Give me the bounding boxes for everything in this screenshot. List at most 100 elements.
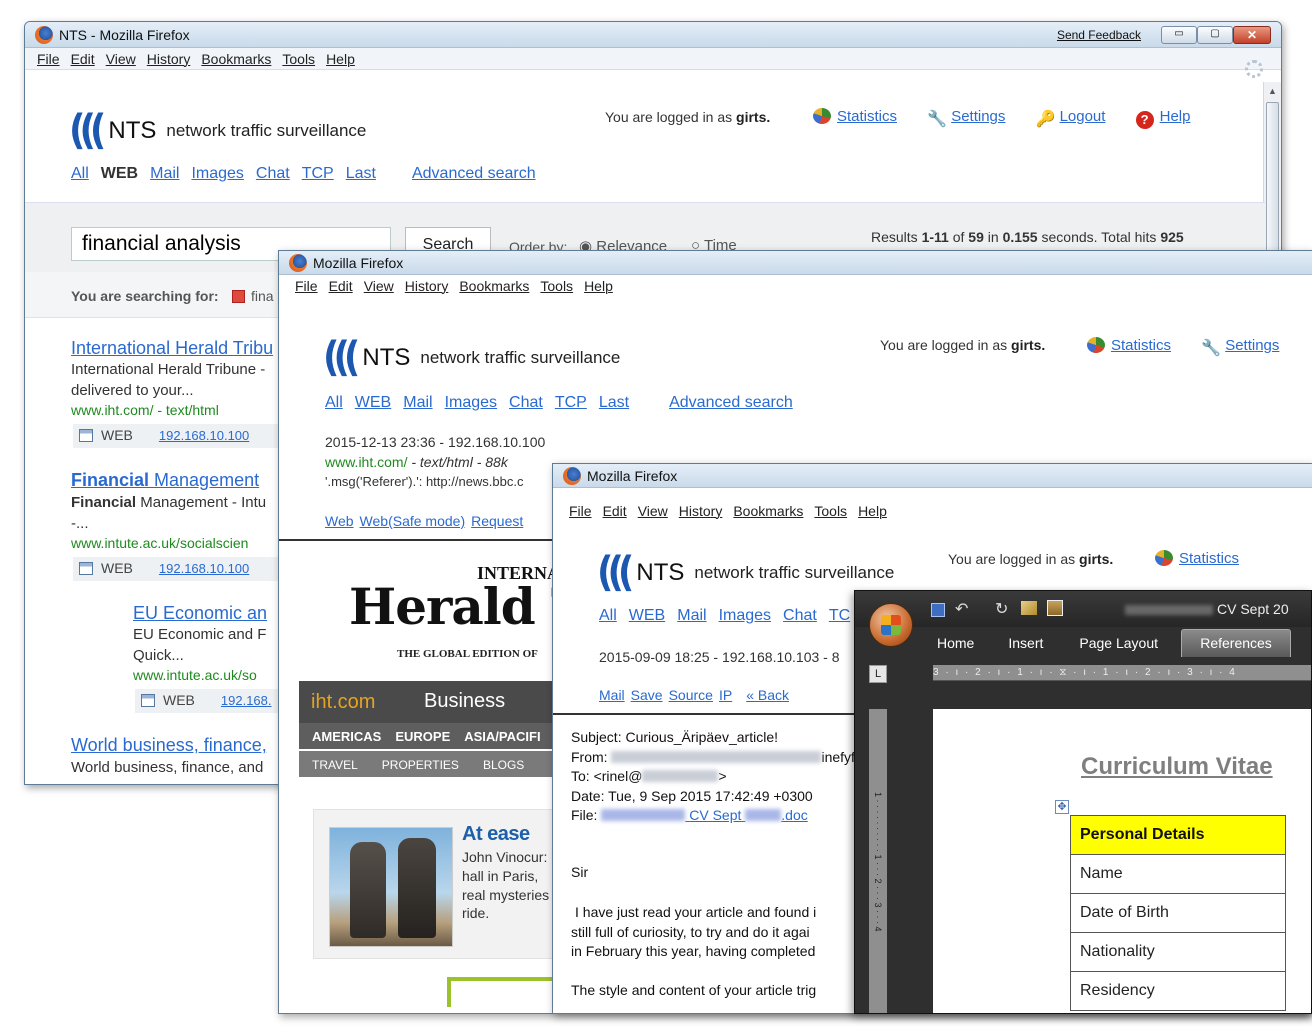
menu-view[interactable]: View [106, 51, 136, 67]
nav-all[interactable]: All [599, 607, 617, 624]
nav-mail[interactable]: Mail [403, 394, 432, 411]
table-row-dob[interactable]: Date of Birth [1070, 894, 1286, 933]
iht-nav-europe[interactable]: EUROPE [395, 729, 450, 744]
scroll-up-arrow-icon[interactable]: ▲ [1264, 82, 1281, 100]
action-mail[interactable]: Mail [599, 687, 625, 703]
nav-mail[interactable]: Mail [150, 165, 179, 182]
menu-file[interactable]: File [37, 51, 60, 67]
advanced-search-link[interactable]: Advanced search [669, 394, 793, 411]
nav-last[interactable]: Last [346, 165, 376, 182]
menu-help[interactable]: Help [584, 278, 613, 294]
nav-tcp[interactable]: TCP [555, 394, 587, 411]
minimize-button[interactable]: ▭ [1161, 26, 1197, 44]
action-source[interactable]: Source [669, 687, 713, 703]
result-title-1[interactable]: International Herald Tribu [71, 338, 273, 359]
menu-edit[interactable]: Edit [603, 503, 627, 519]
horizontal-ruler[interactable]: 3 · ı · 2 · ı · 1 · ı · ⧖ · ı · 1 · ı · … [933, 665, 1311, 681]
tab-page-layout[interactable]: Page Layout [1079, 635, 1158, 651]
nav-images[interactable]: Images [191, 165, 243, 182]
nav-web[interactable]: WEB [355, 394, 391, 411]
menu-tools[interactable]: Tools [540, 278, 573, 294]
advanced-search-link[interactable]: Advanced search [412, 165, 536, 182]
action-back[interactable]: « Back [746, 687, 789, 703]
maximize-button[interactable]: ▢ [1197, 26, 1233, 44]
logout-link[interactable]: Logout [1060, 108, 1106, 125]
iht-nav-travel[interactable]: TRAVEL [312, 758, 358, 772]
titlebar[interactable]: NTS - Mozilla Firefox Send Feedback ▭ ▢ … [25, 22, 1281, 48]
nav-web[interactable]: WEB [629, 607, 665, 624]
titlebar[interactable]: Mozilla Firefox [279, 251, 1312, 275]
menu-help[interactable]: Help [858, 503, 887, 519]
nav-web-active[interactable]: WEB [101, 165, 138, 182]
table-row-residency[interactable]: Residency [1070, 972, 1286, 1011]
nav-last[interactable]: Last [599, 394, 629, 411]
menu-history[interactable]: History [679, 503, 723, 519]
nav-all[interactable]: All [325, 394, 343, 411]
menu-history[interactable]: History [405, 278, 449, 294]
nav-all[interactable]: All [71, 165, 89, 182]
action-save[interactable]: Save [631, 687, 663, 703]
format-painter-icon[interactable] [1021, 601, 1037, 615]
iht-nav-properties[interactable]: PROPERTIES [382, 758, 459, 772]
settings-link[interactable]: Settings [951, 108, 1005, 125]
table-row-name[interactable]: Name [1070, 855, 1286, 894]
result-ip-2[interactable]: 192.168.10.100 [159, 561, 249, 576]
nav-tcp[interactable]: TCP [302, 165, 334, 182]
search-term-chip[interactable]: fina [251, 288, 274, 304]
nav-chat[interactable]: Chat [783, 607, 817, 624]
nav-tcp[interactable]: TC [829, 607, 850, 624]
menu-tools[interactable]: Tools [282, 51, 315, 67]
iht-nav-americas[interactable]: AMERICAS [312, 729, 381, 744]
result-title-4[interactable]: World business, finance, [71, 735, 267, 756]
nav-chat[interactable]: Chat [509, 394, 543, 411]
save-icon[interactable] [931, 603, 945, 617]
nav-images[interactable]: Images [719, 607, 771, 624]
menu-file[interactable]: File [295, 278, 318, 294]
undo-icon[interactable]: ↶ [955, 599, 968, 619]
menu-help[interactable]: Help [326, 51, 355, 67]
ruler-corner-button[interactable]: L [869, 665, 887, 683]
menu-bookmarks[interactable]: Bookmarks [201, 51, 271, 67]
statistics-link[interactable]: Statistics [837, 108, 897, 125]
table-row-nationality[interactable]: Nationality [1070, 933, 1286, 972]
help-link[interactable]: Help [1160, 108, 1191, 125]
send-feedback-link[interactable]: Send Feedback [1057, 22, 1141, 48]
iht-story-title[interactable]: At ease [462, 823, 530, 846]
iht-site-logo[interactable]: iht.com [311, 691, 375, 714]
nav-chat[interactable]: Chat [256, 165, 290, 182]
attachment-link[interactable]: CV Sept .doc [601, 807, 808, 823]
tab-home[interactable]: Home [937, 635, 974, 651]
result-ip-3[interactable]: 192.168. [221, 693, 272, 708]
nav-mail[interactable]: Mail [677, 607, 706, 624]
menu-edit[interactable]: Edit [71, 51, 95, 67]
tab-references[interactable]: References [1181, 629, 1291, 657]
menu-edit[interactable]: Edit [329, 278, 353, 294]
result-title-3[interactable]: EU Economic an [133, 603, 267, 624]
iht-ad-banner[interactable] [447, 977, 557, 1007]
action-request[interactable]: Request [471, 513, 523, 529]
result-ip-1[interactable]: 192.168.10.100 [159, 428, 249, 443]
menu-view[interactable]: View [364, 278, 394, 294]
menu-view[interactable]: View [638, 503, 668, 519]
settings-link[interactable]: Settings [1225, 337, 1279, 354]
close-button[interactable]: ✕ [1233, 26, 1271, 44]
remove-term-icon[interactable] [232, 290, 245, 303]
menu-bookmarks[interactable]: Bookmarks [733, 503, 803, 519]
result-title-2[interactable]: Financial Management [71, 470, 259, 491]
menu-file[interactable]: File [569, 503, 592, 519]
action-web-safe[interactable]: Web(Safe mode) [360, 513, 466, 529]
menu-tools[interactable]: Tools [814, 503, 847, 519]
statistics-link[interactable]: Statistics [1179, 550, 1239, 567]
nav-images[interactable]: Images [445, 394, 497, 411]
iht-nav-asia[interactable]: ASIA/PACIFI [464, 729, 540, 744]
iht-nav-blogs[interactable]: BLOGS [483, 758, 524, 772]
table-move-handle-icon[interactable]: ✥ [1055, 800, 1069, 814]
statistics-link[interactable]: Statistics [1111, 337, 1171, 354]
action-ip[interactable]: IP [719, 687, 732, 703]
tab-insert[interactable]: Insert [1008, 635, 1043, 651]
redo-icon[interactable]: ↻ [995, 599, 1008, 619]
paste-icon[interactable] [1047, 600, 1063, 616]
titlebar[interactable]: Mozilla Firefox [553, 464, 1312, 488]
easter-island-photo[interactable] [329, 827, 453, 947]
vertical-ruler[interactable]: 1 · · · · · · · · · · 1 · · · 2 · · · 3 … [869, 709, 887, 1013]
